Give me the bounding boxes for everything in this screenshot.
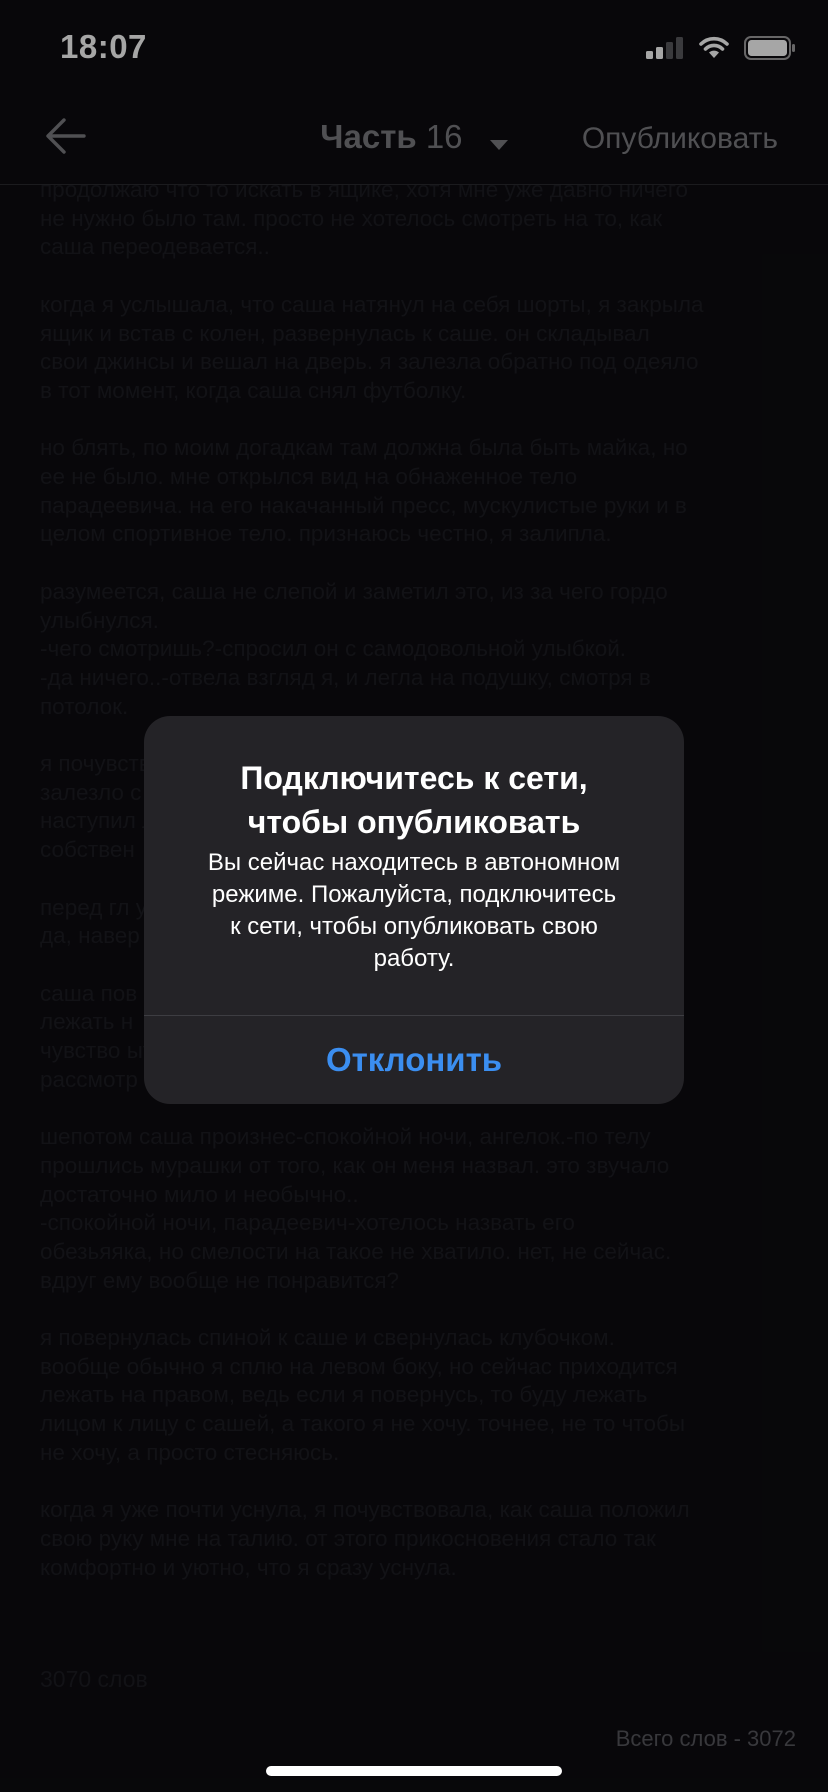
home-indicator[interactable] xyxy=(266,1766,562,1776)
alert-title-text: Подключитесь к сети, чтобы опубликовать xyxy=(240,760,588,840)
alert-title: Подключитесь к сети, чтобы опубликовать xyxy=(164,756,664,844)
offline-alert: Подключитесь к сети, чтобы опубликовать … xyxy=(144,716,684,1104)
dismiss-button[interactable]: Отклонить xyxy=(144,1016,684,1104)
alert-message-text: Вы сейчас находитесь в автономном режиме… xyxy=(207,849,621,972)
alert-message: Вы сейчас находитесь в автономном режиме… xyxy=(172,847,656,975)
